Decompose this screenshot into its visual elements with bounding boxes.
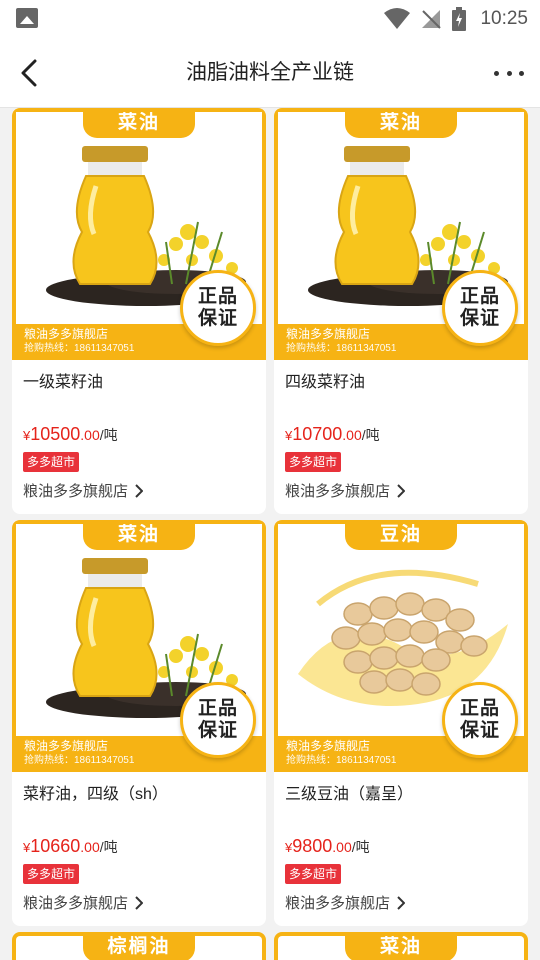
category-tag: 棕榈油 [83,936,195,960]
battery-charging-icon [452,7,467,31]
price-decimal: .00 [342,427,362,443]
price-unit: /吨 [361,427,380,443]
badge-line-1: 正品 [197,698,238,719]
badge-line-1: 正品 [459,286,500,307]
product-card-partial[interactable]: 棕榈油 [12,932,266,960]
product-name: 四级菜籽油 [285,374,366,391]
product-price: ¥9800.00/吨 [285,836,370,857]
store-chip: 多多超市 [285,452,342,472]
status-icons: 10:25 [384,6,528,32]
product-image: 菜油 粮油多多旗舰店 抢购热线：18611347051 正品 保证 [12,520,266,772]
status-bar: 10:25 [0,0,540,38]
product-card[interactable]: 豆油 粮油多多旗舰店 抢购热线：18611347051 正品 保证 三级豆油（嘉… [274,520,528,926]
category-tag: 菜油 [345,112,457,138]
genuine-guarantee-badge: 正品 保证 [442,270,518,346]
category-tag: 豆油 [345,524,457,550]
store-link[interactable]: 粮油多多旗舰店 [23,892,144,913]
no-signal-icon [422,10,442,29]
dot-icon [494,70,499,76]
navigation-bar: 油脂油料全产业链 [0,38,540,108]
product-card-partial[interactable]: 菜油 [274,932,528,960]
chevron-right-icon [397,483,406,498]
product-name: 菜籽油，四级（sh） [23,786,168,803]
genuine-guarantee-badge: 正品 保证 [180,270,256,346]
dot-icon [519,70,524,76]
price-decimal: .00 [80,839,100,855]
badge-line-2: 保证 [459,308,500,329]
product-image: 菜油 粮油多多旗舰店 抢购热线：18611347051 正品 保证 [274,108,528,360]
product-name: 一级菜籽油 [23,374,104,391]
dot-icon [506,70,512,76]
chevron-right-icon [135,895,144,910]
store-name: 粮油多多旗舰店 [285,483,391,500]
store-link[interactable]: 粮油多多旗舰店 [23,480,144,501]
product-image: 菜油 粮油多多旗舰店 抢购热线：18611347051 正品 保证 [12,108,266,360]
chevron-right-icon [135,483,144,498]
category-tag: 菜油 [83,112,195,138]
clock: 10:25 [480,8,528,29]
badge-line-2: 保证 [459,720,500,741]
badge-line-2: 保证 [197,720,238,741]
price-integer: 10500 [30,424,81,444]
badge-line-1: 正品 [197,286,238,307]
store-name: 粮油多多旗舰店 [23,483,129,500]
chevron-right-icon [397,895,406,910]
store-name: 粮油多多旗舰店 [285,895,391,912]
price-unit: /吨 [99,427,118,443]
store-chip: 多多超市 [23,452,80,472]
price-integer: 10660 [30,836,81,856]
price-unit: /吨 [99,839,118,855]
image-notification-icon [16,8,38,28]
genuine-guarantee-badge: 正品 保证 [442,682,518,758]
more-options-button[interactable] [494,60,524,86]
product-card[interactable]: 菜油 粮油多多旗舰店 抢购热线：18611347051 正品 保证 四级菜籽油 … [274,108,528,514]
category-tag: 菜油 [345,936,457,960]
product-grid[interactable]: 菜油 粮油多多旗舰店 抢购热线：18611347051 正品 保证 一级菜籽油 … [0,108,540,960]
product-price: ¥10700.00/吨 [285,424,380,445]
store-name: 粮油多多旗舰店 [23,895,129,912]
category-tag: 菜油 [83,524,195,550]
price-integer: 9800 [292,836,333,856]
badge-line-2: 保证 [197,308,238,329]
product-price: ¥10500.00/吨 [23,424,118,445]
badge-line-1: 正品 [459,698,500,719]
price-unit: /吨 [351,839,370,855]
store-link[interactable]: 粮油多多旗舰店 [285,480,406,501]
store-chip: 多多超市 [285,864,342,884]
wifi-icon [384,8,411,29]
product-card[interactable]: 菜油 粮油多多旗舰店 抢购热线：18611347051 正品 保证 一级菜籽油 … [12,108,266,514]
price-decimal: .00 [332,839,352,855]
price-decimal: .00 [80,427,100,443]
product-name: 三级豆油（嘉呈） [285,786,414,803]
product-card[interactable]: 菜油 粮油多多旗舰店 抢购热线：18611347051 正品 保证 菜籽油，四级… [12,520,266,926]
store-link[interactable]: 粮油多多旗舰店 [285,892,406,913]
genuine-guarantee-badge: 正品 保证 [180,682,256,758]
store-chip: 多多超市 [23,864,80,884]
product-price: ¥10660.00/吨 [23,836,118,857]
page-title: 油脂油料全产业链 [186,61,354,84]
price-integer: 10700 [292,424,343,444]
product-image: 豆油 粮油多多旗舰店 抢购热线：18611347051 正品 保证 [274,520,528,772]
